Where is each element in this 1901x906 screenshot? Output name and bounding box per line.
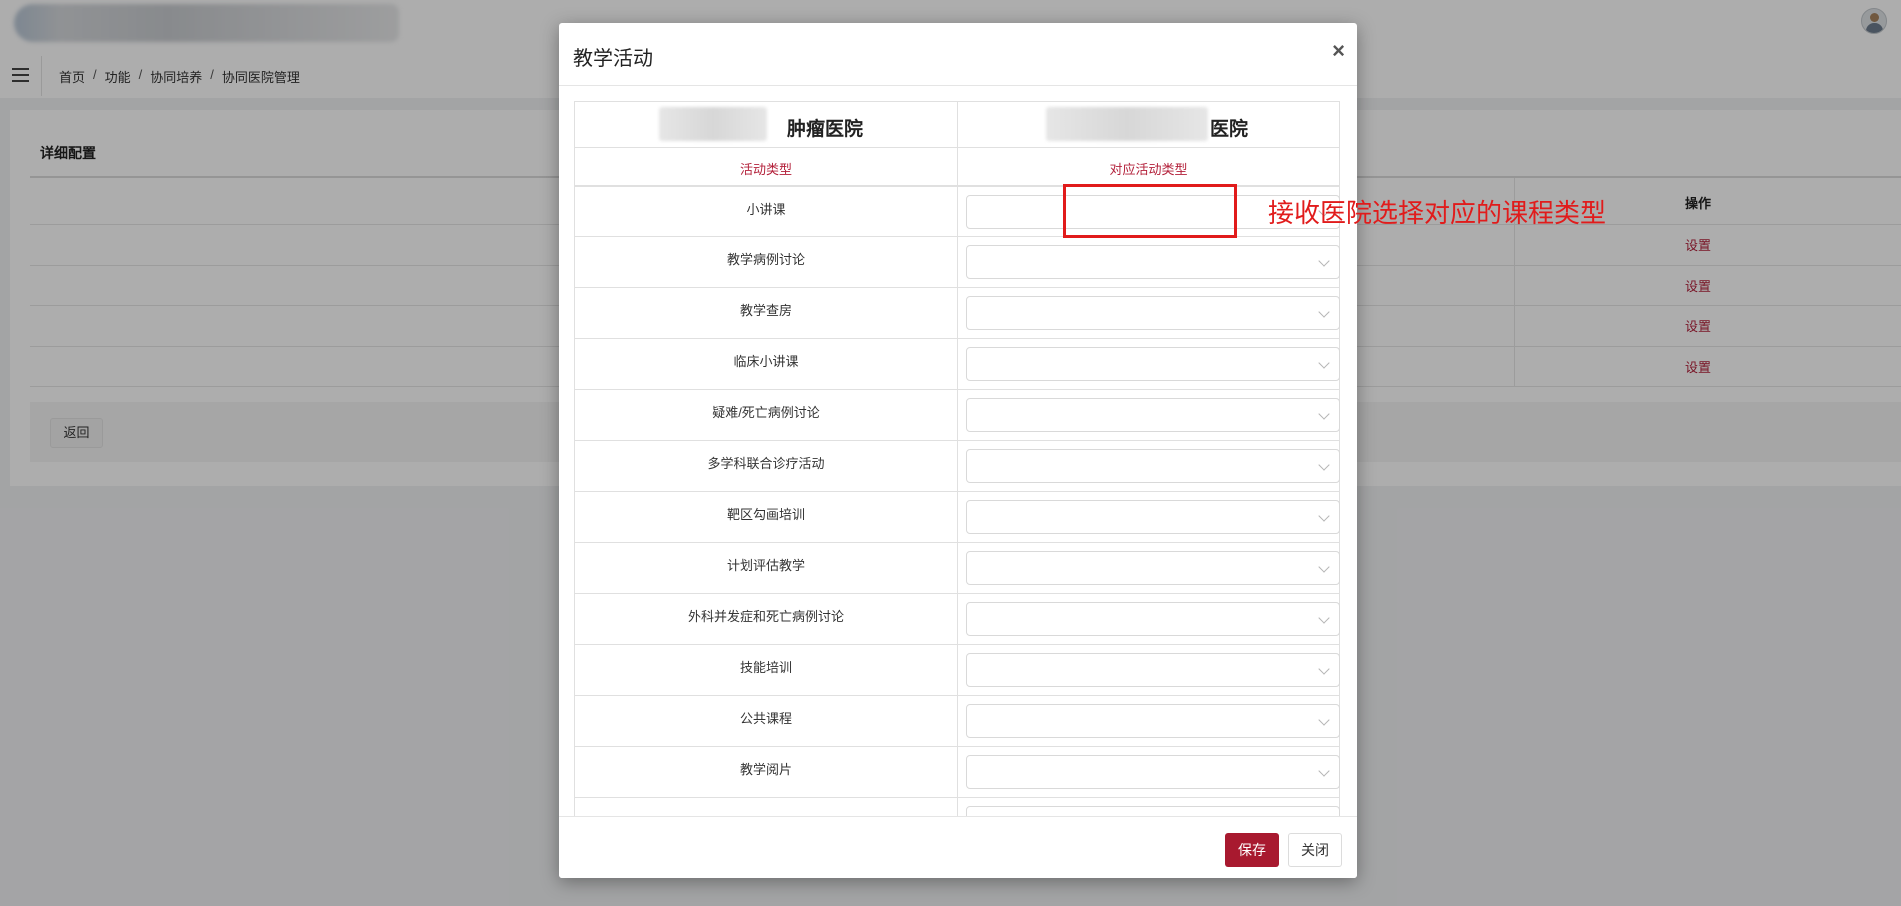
- close-icon[interactable]: ×: [1332, 38, 1345, 64]
- chevron-down-icon: [1318, 510, 1330, 522]
- chevron-down-icon: [1318, 306, 1330, 318]
- activity-type-select[interactable]: [966, 347, 1340, 381]
- redacted-hospital-name: [1046, 107, 1208, 141]
- activity-row: 教学病例讨论: [574, 237, 1340, 288]
- redacted-hospital-name: [659, 107, 767, 141]
- mapped-activity-cell: [957, 798, 1340, 816]
- activity-type-select[interactable]: [966, 296, 1340, 330]
- mapped-activity-cell: [957, 696, 1340, 746]
- activity-row: 计划评估教学: [574, 543, 1340, 594]
- chevron-down-icon: [1318, 459, 1330, 471]
- activity-type-select[interactable]: [966, 755, 1340, 789]
- activity-row: 多学科联合诊疗活动: [574, 441, 1340, 492]
- mapped-activity-cell: [957, 492, 1340, 542]
- annotation-highlight-box: [1063, 184, 1237, 238]
- activity-name-cell: 疑难/死亡病例讨论: [575, 390, 957, 440]
- activity-type-select[interactable]: [966, 449, 1340, 483]
- activity-type-select[interactable]: [966, 500, 1340, 534]
- hospital-header-row: 肿瘤医院 医院: [574, 101, 1340, 148]
- mapped-activity-cell: [957, 441, 1340, 491]
- chevron-down-icon: [1318, 408, 1330, 420]
- modal-title: 教学活动: [573, 48, 653, 70]
- chevron-down-icon: [1318, 612, 1330, 624]
- chevron-down-icon: [1318, 663, 1330, 675]
- activity-name-cell: 公共课程: [575, 696, 957, 746]
- activity-label: 多学科联合诊疗活动: [707, 456, 825, 471]
- activity-label: 公共课程: [739, 711, 792, 726]
- activity-name-cell: 计划评估教学: [575, 543, 957, 593]
- activity-row: 外科并发症和死亡病例讨论: [574, 594, 1340, 645]
- modal-footer: 保存 关闭: [559, 816, 1357, 878]
- activity-type-select[interactable]: [966, 602, 1340, 636]
- activity-label: 小讲课: [746, 202, 786, 217]
- activity-name-cell: [575, 798, 957, 816]
- activity-label: 教学阅片: [739, 762, 792, 777]
- close-button[interactable]: 关闭: [1288, 833, 1342, 867]
- activity-row: 教学查房: [574, 288, 1340, 339]
- source-hospital-cell: 肿瘤医院: [575, 102, 957, 147]
- activity-label: 教学查房: [739, 303, 792, 318]
- activity-label: 教学病例讨论: [726, 252, 805, 267]
- mapped-activity-cell: [957, 543, 1340, 593]
- activity-row: 技能培训: [574, 645, 1340, 696]
- activity-name-cell: 教学病例讨论: [575, 237, 957, 287]
- activity-row: 临床小讲课: [574, 339, 1340, 390]
- target-hospital-name: 医院: [1210, 119, 1249, 140]
- chevron-down-icon: [1318, 714, 1330, 726]
- teaching-activity-modal: 教学活动 × 肿瘤医院 医院 活动类型 对应活动类型 小讲课教学病例讨论 教学查房…: [559, 23, 1357, 878]
- mapped-activity-cell: [957, 390, 1340, 440]
- activity-label: 疑难/死亡病例讨论: [712, 405, 820, 420]
- chevron-down-icon: [1318, 561, 1330, 573]
- mapped-type-header: 对应活动类型: [1109, 162, 1188, 177]
- activity-name-cell: 外科并发症和死亡病例讨论: [575, 594, 957, 644]
- activity-type-header: 活动类型: [739, 162, 792, 177]
- activity-row: 靶区勾画培训: [574, 492, 1340, 543]
- mapped-activity-cell: [957, 594, 1340, 644]
- modal-body[interactable]: 肿瘤医院 医院 活动类型 对应活动类型 小讲课教学病例讨论 教学查房临床小讲课疑难…: [559, 86, 1357, 816]
- activity-row: 教学阅片: [574, 747, 1340, 798]
- activity-name-cell: 技能培训: [575, 645, 957, 695]
- activity-name-cell: 小讲课: [575, 187, 957, 236]
- column-header-row: 活动类型 对应活动类型: [574, 148, 1340, 186]
- activity-label: 计划评估教学: [726, 558, 805, 573]
- activity-row: [574, 798, 1340, 816]
- header-cell: 对应活动类型: [957, 148, 1339, 185]
- activity-label: 临床小讲课: [733, 354, 799, 369]
- modal-header: 教学活动 ×: [559, 23, 1357, 86]
- chevron-down-icon: [1318, 357, 1330, 369]
- chevron-down-icon: [1318, 765, 1330, 777]
- activity-label: 技能培训: [739, 660, 792, 675]
- activity-label: 靶区勾画培训: [726, 507, 805, 522]
- annotation-text: 接收医院选择对应的课程类型: [1268, 199, 1607, 229]
- activity-type-select[interactable]: [966, 704, 1340, 738]
- save-button[interactable]: 保存: [1225, 833, 1279, 867]
- mapped-activity-cell: [957, 237, 1340, 287]
- activity-row: 疑难/死亡病例讨论: [574, 390, 1340, 441]
- activity-type-select[interactable]: [966, 398, 1340, 432]
- activity-name-cell: 教学查房: [575, 288, 957, 338]
- mapped-activity-cell: [957, 645, 1340, 695]
- activity-type-select[interactable]: [966, 806, 1340, 816]
- activity-name-cell: 教学阅片: [575, 747, 957, 797]
- activity-type-select[interactable]: [966, 653, 1340, 687]
- activity-type-select[interactable]: [966, 245, 1340, 279]
- activity-name-cell: 临床小讲课: [575, 339, 957, 389]
- chevron-down-icon: [1318, 255, 1330, 267]
- header-cell: 活动类型: [575, 148, 957, 185]
- activity-name-cell: 多学科联合诊疗活动: [575, 441, 957, 491]
- activity-name-cell: 靶区勾画培训: [575, 492, 957, 542]
- mapped-activity-cell: [957, 747, 1340, 797]
- mapped-activity-cell: [957, 339, 1340, 389]
- source-hospital-name: 肿瘤医院: [787, 119, 864, 140]
- activity-type-select[interactable]: [966, 551, 1340, 585]
- activity-label: 外科并发症和死亡病例讨论: [687, 609, 844, 624]
- target-hospital-cell: 医院: [957, 102, 1339, 147]
- mapped-activity-cell: [957, 288, 1340, 338]
- activity-row: 公共课程: [574, 696, 1340, 747]
